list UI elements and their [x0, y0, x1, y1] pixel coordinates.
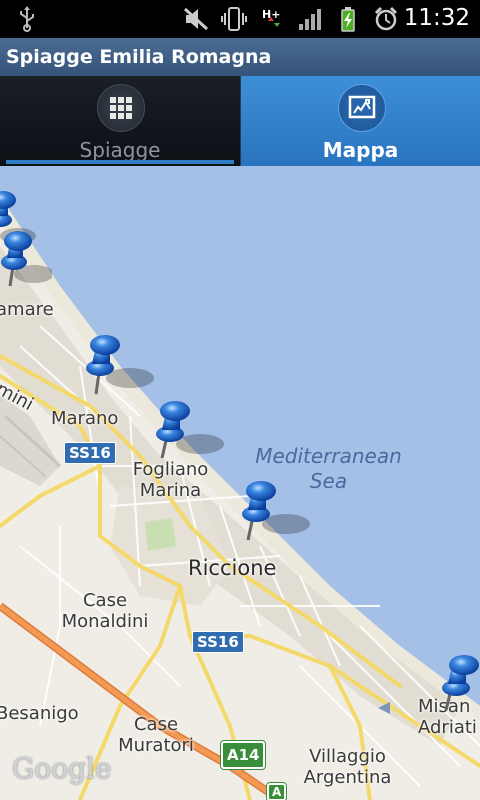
status-bar: H+ 11:32 — [0, 0, 480, 38]
beach-map-pin[interactable] — [0, 226, 54, 296]
usb-icon — [20, 6, 34, 32]
beach-map-pin[interactable] — [148, 396, 224, 466]
place-label-line: Marina — [139, 480, 202, 501]
beach-map-pin[interactable] — [436, 650, 480, 720]
place-label-villaggio-argentina: Villaggio Argentina — [300, 746, 395, 788]
mute-icon — [183, 7, 209, 31]
tab-label: Mappa — [322, 138, 399, 162]
place-label-line: Argentina — [303, 767, 392, 788]
place-label-besanigo: Besanigo — [0, 703, 79, 724]
battery-charging-icon — [341, 7, 355, 32]
tab-label: Spiagge — [79, 138, 161, 162]
pin-icon — [242, 481, 310, 541]
google-logo: Google — [12, 752, 112, 785]
place-label-line: Case — [82, 590, 128, 611]
alarm-icon — [374, 6, 398, 31]
place-label-line: Case — [133, 714, 179, 735]
beach-map-pin[interactable] — [234, 476, 310, 546]
tab-underline — [6, 160, 234, 164]
app-title: Spiagge Emilia Romagna — [6, 46, 272, 68]
pin-icon — [156, 401, 224, 459]
pin-icon — [86, 335, 154, 395]
sea-label-line-1: Mediterranean — [255, 444, 402, 468]
pin-icon — [442, 655, 479, 711]
place-label-case-muratori: Case Muratori — [115, 714, 197, 756]
map-view[interactable]: Mediterranean Sea amare imini Marano Fog… — [0, 166, 480, 800]
place-label-line: Muratori — [118, 735, 194, 756]
app-title-bar: Spiagge Emilia Romagna — [0, 38, 480, 76]
tab-mappa[interactable]: Mappa — [240, 76, 480, 166]
grid-icon — [97, 84, 145, 132]
place-label-miramare: amare — [0, 299, 54, 320]
pin-icon — [1, 231, 54, 287]
road-shield-ss16: SS16 — [64, 442, 116, 464]
city-label-riccione: Riccione — [188, 556, 277, 580]
place-label-line: Adriati — [418, 717, 477, 738]
place-label-marano: Marano — [51, 408, 119, 429]
place-label-line: Monaldini — [61, 611, 149, 632]
vibrate-icon — [221, 7, 247, 31]
road-shield-a14-partial: A — [265, 782, 288, 800]
place-label-line: Villaggio — [309, 746, 386, 767]
road-shield-ss16: SS16 — [192, 631, 244, 653]
hplus-data-icon: H+ — [262, 8, 280, 27]
map-icon — [337, 84, 386, 132]
road-shield-a14: A14 — [219, 740, 267, 770]
clock: 11:32 — [403, 5, 470, 31]
signal-icon — [299, 9, 321, 30]
tab-spiagge[interactable]: Spiagge — [0, 76, 241, 166]
tab-bar: Spiagge Mappa — [0, 76, 480, 166]
place-label-case-monaldini: Case Monaldini — [60, 590, 150, 632]
beach-map-pin[interactable] — [78, 330, 154, 400]
